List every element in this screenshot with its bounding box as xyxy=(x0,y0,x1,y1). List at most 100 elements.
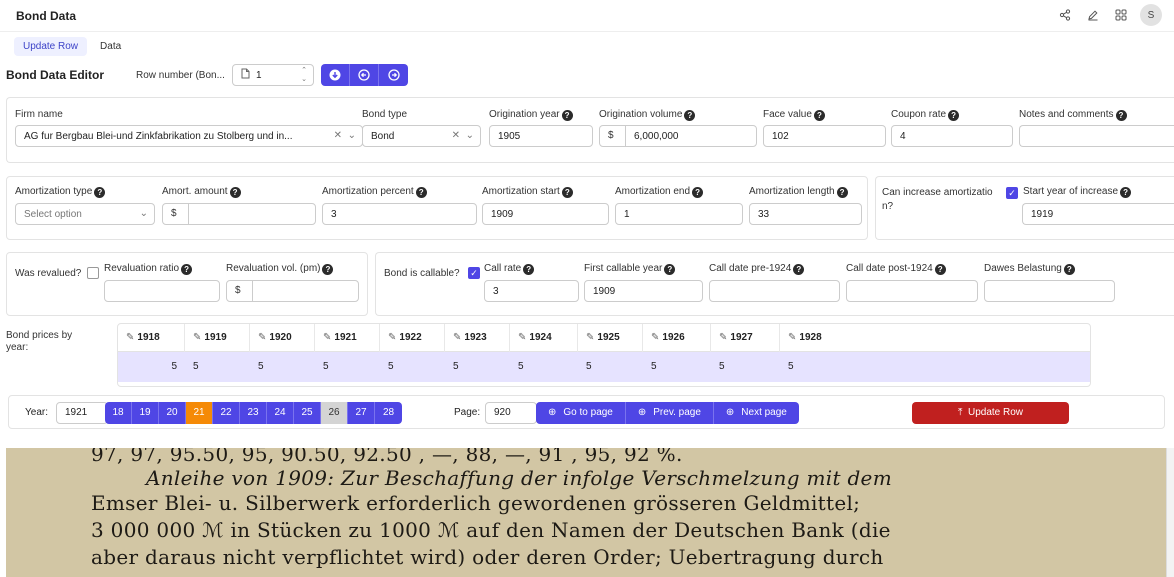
year-button-28[interactable]: 28 xyxy=(375,402,402,424)
clear-chevron-icon[interactable]: ✕ ⌄ xyxy=(334,130,356,141)
share-icon[interactable] xyxy=(1056,6,1074,24)
go-to-page-button[interactable]: ⊕ Go to page xyxy=(536,402,626,424)
start-year-increase-checkbox[interactable]: ✓ xyxy=(1006,187,1018,199)
row-number-input[interactable]: 1 ⌃ ⌄ xyxy=(232,64,314,86)
column-header-1927[interactable]: ✎ 1927 xyxy=(711,324,780,352)
column-header-1926[interactable]: ✎ 1926 xyxy=(643,324,711,352)
edit-icon[interactable] xyxy=(1084,6,1102,24)
page-input[interactable]: 920 xyxy=(485,402,537,424)
amort-amount-input[interactable]: $ xyxy=(162,203,316,225)
help-icon[interactable]: ? xyxy=(1120,187,1132,198)
amortization-type-select[interactable]: Select option ⌄ xyxy=(15,203,155,225)
first-callable-input[interactable]: 1909 xyxy=(584,280,703,302)
help-icon[interactable]: ? xyxy=(684,110,696,121)
apps-icon[interactable] xyxy=(1112,6,1130,24)
price-cell[interactable]: 5 xyxy=(711,352,725,382)
column-header-1918[interactable]: ✎ 1918 xyxy=(118,324,185,352)
next-row-button[interactable] xyxy=(379,64,408,86)
call-post-1924-input[interactable] xyxy=(846,280,978,302)
help-icon[interactable]: ? xyxy=(793,264,805,275)
origination-year-input[interactable]: 1905 xyxy=(489,125,593,147)
scrollbar[interactable] xyxy=(1166,448,1174,577)
year-button-23[interactable]: 23 xyxy=(240,402,267,424)
help-icon[interactable]: ? xyxy=(561,110,573,121)
help-icon[interactable]: ? xyxy=(664,264,676,275)
price-cell[interactable]: 5 xyxy=(780,352,794,382)
help-icon[interactable]: ? xyxy=(692,187,704,198)
help-icon[interactable]: ? xyxy=(561,187,573,198)
help-icon[interactable]: ? xyxy=(94,187,106,198)
revaluation-vol-input[interactable]: $ xyxy=(226,280,359,302)
table-row[interactable]: 5 5 5 5 5 5 5 5 5 5 5 xyxy=(118,352,1090,382)
year-button-18[interactable]: 18 xyxy=(105,402,132,424)
help-icon[interactable]: ? xyxy=(934,264,946,275)
price-cell[interactable]: 5 xyxy=(185,352,199,382)
column-header-1923[interactable]: ✎ 1923 xyxy=(445,324,510,352)
help-icon[interactable]: ? xyxy=(181,264,193,275)
avatar[interactable]: S xyxy=(1140,4,1162,26)
year-button-19[interactable]: 19 xyxy=(132,402,159,424)
origination-volume-input[interactable]: $6,000,000 xyxy=(599,125,757,147)
call-pre-1924-input[interactable] xyxy=(709,280,840,302)
price-cell[interactable]: 5 xyxy=(250,352,264,382)
help-icon[interactable]: ? xyxy=(229,187,241,198)
column-header-1919[interactable]: ✎ 1919 xyxy=(185,324,250,352)
tab-update-row[interactable]: Update Row xyxy=(14,37,88,56)
year-button-22[interactable]: 22 xyxy=(213,402,240,424)
year-button-26[interactable]: 26 xyxy=(321,402,348,424)
year-input[interactable]: 1921 xyxy=(56,402,108,424)
help-icon[interactable]: ? xyxy=(836,187,848,198)
price-cell[interactable]: 5 xyxy=(380,352,394,382)
revaluation-ratio-input[interactable] xyxy=(104,280,220,302)
start-year-increase-input[interactable]: 1919 xyxy=(1022,203,1174,225)
price-cell[interactable]: 5 xyxy=(578,352,592,382)
help-icon[interactable]: ? xyxy=(523,264,535,275)
pencil-icon: ✎ xyxy=(388,332,397,343)
is-callable-label: Bond is callable? xyxy=(384,268,460,279)
year-button-21[interactable]: 21 xyxy=(186,402,213,424)
price-cell[interactable]: 5 xyxy=(445,352,459,382)
column-header-1921[interactable]: ✎ 1921 xyxy=(315,324,380,352)
price-cell[interactable]: 5 xyxy=(315,352,329,382)
amortization-start-input[interactable]: 1909 xyxy=(482,203,609,225)
year-button-24[interactable]: 24 xyxy=(267,402,294,424)
amortization-percent-input[interactable]: 3 xyxy=(322,203,477,225)
download-button[interactable] xyxy=(321,64,350,86)
column-header-1920[interactable]: ✎ 1920 xyxy=(250,324,315,352)
previous-row-button[interactable] xyxy=(350,64,379,86)
year-button-20[interactable]: 20 xyxy=(159,402,186,424)
is-callable-checkbox[interactable]: ✓ xyxy=(468,267,480,279)
next-page-button[interactable]: ⊕ Next page xyxy=(713,402,799,424)
update-row-button[interactable]: ⤒ Update Row xyxy=(912,402,1069,424)
help-icon[interactable]: ? xyxy=(948,110,960,121)
price-cell[interactable]: 5 xyxy=(643,352,657,382)
help-icon[interactable]: ? xyxy=(415,187,427,198)
dawes-input[interactable] xyxy=(984,280,1115,302)
column-header-1924[interactable]: ✎ 1924 xyxy=(510,324,578,352)
face-value-input[interactable]: 102 xyxy=(763,125,886,147)
help-icon[interactable]: ? xyxy=(322,264,334,275)
stepper-icon[interactable]: ⌃ ⌄ xyxy=(301,66,307,84)
column-header-1928[interactable]: ✎ 1928 xyxy=(780,324,850,352)
price-cell[interactable]: 5 xyxy=(510,352,524,382)
prev-page-button[interactable]: ⊕ Prev. page xyxy=(625,402,714,424)
help-icon[interactable]: ? xyxy=(1115,110,1127,121)
bond-type-select[interactable]: Bond ✕ ⌄ xyxy=(362,125,481,147)
column-header-1922[interactable]: ✎ 1922 xyxy=(380,324,445,352)
help-icon[interactable]: ? xyxy=(813,110,825,121)
help-icon[interactable]: ? xyxy=(1063,264,1075,275)
call-rate-input[interactable]: 3 xyxy=(484,280,579,302)
notes-input[interactable] xyxy=(1019,125,1174,147)
firm-name-select[interactable]: AG fur Bergbau Blei-und Zinkfabrikation … xyxy=(15,125,363,147)
clear-chevron-icon[interactable]: ✕ ⌄ xyxy=(452,130,474,141)
chevron-down-icon[interactable]: ⌄ xyxy=(140,208,148,219)
amortization-percent-label: Amortization percent? xyxy=(322,186,427,198)
amortization-end-input[interactable]: 1 xyxy=(615,203,743,225)
tab-data[interactable]: Data xyxy=(91,37,130,56)
was-revalued-checkbox[interactable] xyxy=(87,267,99,279)
year-button-25[interactable]: 25 xyxy=(294,402,321,424)
coupon-rate-input[interactable]: 4 xyxy=(891,125,1013,147)
amortization-length-input[interactable]: 33 xyxy=(749,203,862,225)
column-header-1925[interactable]: ✎ 1925 xyxy=(578,324,643,352)
year-button-27[interactable]: 27 xyxy=(348,402,375,424)
